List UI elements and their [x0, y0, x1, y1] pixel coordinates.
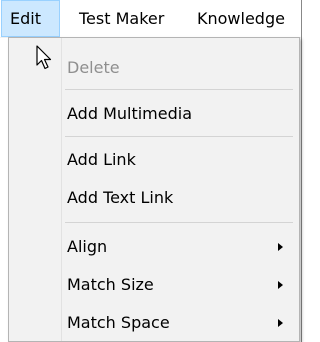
- menu-item-delete[interactable]: Delete: [9, 52, 299, 84]
- menu-item-add-multimedia[interactable]: Add Multimedia: [9, 98, 299, 130]
- menu-bar: Edit Test Maker Knowledge: [0, 0, 302, 38]
- menu-item-label: Match Space: [67, 313, 170, 332]
- chevron-right-icon: [278, 243, 283, 251]
- menu-knowledge[interactable]: Knowledge: [197, 0, 285, 37]
- menu-separator: [65, 222, 293, 223]
- chevron-right-icon: [278, 281, 283, 289]
- menu-item-match-size[interactable]: Match Size: [9, 269, 299, 301]
- mouse-pointer-icon: [36, 45, 52, 70]
- menu-edit[interactable]: Edit: [1, 0, 60, 37]
- menu-item-align[interactable]: Align: [9, 231, 299, 263]
- menu-separator: [65, 89, 293, 90]
- edit-dropdown-menu: Delete Add Multimedia Add Link Add Text …: [8, 37, 300, 342]
- menu-item-match-space[interactable]: Match Space: [9, 307, 299, 339]
- menu-item-label: Add Multimedia: [67, 104, 193, 123]
- menu-test-maker[interactable]: Test Maker: [79, 0, 164, 37]
- menu-item-label: Match Size: [67, 275, 154, 294]
- menu-item-add-link[interactable]: Add Link: [9, 144, 299, 176]
- menu-item-label: Align: [67, 237, 108, 256]
- chevron-right-icon: [278, 319, 283, 327]
- menu-item-add-text-link[interactable]: Add Text Link: [9, 182, 299, 214]
- menu-separator: [65, 136, 293, 137]
- menu-item-label: Add Link: [67, 150, 136, 169]
- window-edge: [301, 0, 302, 342]
- menu-item-label: Delete: [67, 58, 120, 77]
- menu-item-label: Add Text Link: [67, 188, 174, 207]
